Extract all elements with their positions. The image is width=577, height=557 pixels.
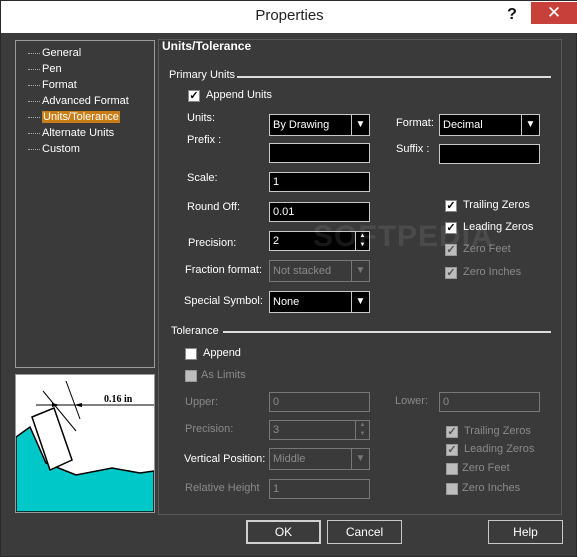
units-dropdown[interactable]: By Drawing ▼ bbox=[269, 114, 370, 136]
special-symbol-dropdown[interactable]: None ▼ bbox=[269, 291, 370, 313]
fraction-format-label: Fraction format: bbox=[185, 264, 263, 276]
tolerance-separator bbox=[223, 331, 551, 333]
preview-drawing: 0.16 in bbox=[15, 380, 155, 513]
special-symbol-label: Special Symbol: bbox=[184, 295, 263, 307]
nav-item-label: Advanced Format bbox=[42, 95, 129, 107]
primary-units-separator bbox=[237, 76, 551, 78]
primary-zero-inches-checkbox[interactable]: ✓ bbox=[445, 267, 457, 279]
scale-label: Scale: bbox=[187, 172, 218, 184]
primary-units-heading: Primary Units bbox=[169, 69, 236, 81]
suffix-input[interactable] bbox=[439, 144, 540, 164]
chevron-down-icon[interactable]: ▼ bbox=[351, 261, 369, 281]
tolerance-trailing-zeros-checkbox[interactable]: ✓ bbox=[446, 426, 458, 438]
suffix-label: Suffix : bbox=[396, 143, 430, 155]
softpedia-watermark: SOFTPEDIA bbox=[313, 220, 494, 253]
nav-item[interactable]: Alternate Units bbox=[26, 125, 129, 141]
window-title: Properties bbox=[255, 7, 324, 24]
chevron-down-icon[interactable]: ▼ bbox=[351, 292, 369, 312]
lower-input[interactable]: 0 bbox=[439, 392, 540, 412]
nav-item-label: Alternate Units bbox=[42, 127, 115, 139]
special-symbol-value: None bbox=[273, 296, 300, 308]
units-value: By Drawing bbox=[273, 119, 330, 131]
preview-part-shape bbox=[15, 425, 155, 513]
round-off-input[interactable]: 0.01 bbox=[269, 202, 370, 222]
nav-item[interactable]: General bbox=[26, 45, 129, 61]
format-value: Decimal bbox=[443, 119, 483, 131]
vertical-position-value: Middle bbox=[273, 453, 306, 465]
category-tree: General Pen Format Advanced Format Units/Tol… bbox=[15, 40, 155, 368]
relative-height-label: Relative Height bbox=[185, 482, 260, 494]
nav-item-label: Units/Tolerance bbox=[42, 111, 120, 123]
format-label: Format: bbox=[396, 117, 434, 129]
scale-input[interactable]: 1 bbox=[269, 172, 370, 192]
chevron-down-icon[interactable]: ▼ bbox=[351, 115, 369, 135]
dimension-preview: 0.16 in bbox=[15, 374, 155, 513]
append-tolerance-label: Append bbox=[203, 347, 241, 359]
title-bar: Properties ? ✕ bbox=[1, 1, 577, 33]
as-limits-label: As Limits bbox=[201, 369, 246, 381]
tolerance-zero-feet-label: Zero Feet bbox=[462, 462, 510, 474]
lower-label: Lower: bbox=[395, 395, 429, 407]
preview-dimension-text: 0.16 in bbox=[104, 394, 133, 405]
category-list: General Pen Format Advanced Format Units/Tol… bbox=[26, 45, 129, 157]
tolerance-precision-stepper[interactable]: 3 ▲ ▼ bbox=[269, 420, 370, 440]
nav-item[interactable]: Units/Tolerance bbox=[26, 109, 129, 125]
help-button[interactable]: Help bbox=[488, 520, 563, 544]
upper-label: Upper: bbox=[185, 396, 219, 408]
nav-item[interactable]: Pen bbox=[26, 61, 129, 77]
relative-height-input[interactable]: 1 bbox=[269, 479, 370, 499]
tolerance-precision-value: 3 bbox=[273, 424, 280, 436]
close-button[interactable]: ✕ bbox=[531, 2, 577, 24]
panel-title: Units/Tolerance bbox=[162, 39, 252, 53]
context-help-button[interactable]: ? bbox=[498, 6, 526, 26]
extension-line-right bbox=[65, 380, 81, 420]
nav-item-label: Pen bbox=[42, 63, 62, 75]
tolerance-trailing-zeros-label: Trailing Zeros bbox=[464, 425, 531, 437]
nav-item[interactable]: Advanced Format bbox=[26, 93, 129, 109]
format-dropdown[interactable]: Decimal ▼ bbox=[439, 114, 540, 136]
tolerance-leading-zeros-label: Leading Zeros bbox=[464, 443, 535, 455]
primary-zero-inches-label: Zero Inches bbox=[463, 266, 522, 278]
fraction-format-dropdown[interactable]: Not stacked ▼ bbox=[269, 260, 370, 282]
precision-label: Precision: bbox=[188, 237, 237, 249]
append-units-label: Append Units bbox=[206, 89, 273, 101]
nav-item-label: Custom bbox=[42, 143, 80, 155]
nav-item[interactable]: Custom bbox=[26, 141, 129, 157]
append-units-checkbox[interactable]: ✓ bbox=[188, 90, 200, 102]
tolerance-heading: Tolerance bbox=[171, 325, 219, 337]
spinner-arrows-icon[interactable]: ▲ ▼ bbox=[355, 421, 369, 439]
precision-value: 2 bbox=[273, 235, 280, 247]
ok-button[interactable]: OK bbox=[246, 520, 321, 544]
as-limits-checkbox[interactable]: ✓ bbox=[185, 370, 197, 382]
units-label: Units: bbox=[187, 112, 216, 124]
properties-dialog: Properties ? ✕ General Pen Format Advanced … bbox=[0, 0, 577, 557]
append-tolerance-checkbox[interactable]: ✓ bbox=[185, 348, 197, 360]
primary-trailing-zeros-checkbox[interactable]: ✓ bbox=[445, 200, 457, 212]
tolerance-leading-zeros-checkbox[interactable]: ✓ bbox=[446, 444, 458, 456]
chevron-down-icon[interactable]: ▼ bbox=[521, 115, 539, 135]
nav-item-label: Format bbox=[42, 79, 77, 91]
nav-item-label: General bbox=[42, 47, 82, 59]
prefix-input[interactable] bbox=[269, 143, 370, 163]
vertical-position-dropdown[interactable]: Middle ▼ bbox=[269, 448, 370, 470]
primary-trailing-zeros-label: Trailing Zeros bbox=[463, 199, 530, 211]
fraction-format-value: Not stacked bbox=[273, 265, 332, 277]
tolerance-zero-inches-label: Zero Inches bbox=[462, 482, 521, 494]
tolerance-zero-inches-checkbox[interactable]: ✓ bbox=[446, 483, 458, 495]
cancel-button[interactable]: Cancel bbox=[327, 520, 402, 544]
prefix-label: Prefix : bbox=[187, 134, 222, 146]
round-off-label: Round Off: bbox=[187, 201, 240, 213]
nav-item[interactable]: Format bbox=[26, 77, 129, 93]
tolerance-zero-feet-checkbox[interactable]: ✓ bbox=[446, 463, 458, 475]
chevron-down-icon[interactable]: ▼ bbox=[351, 449, 369, 469]
upper-input[interactable]: 0 bbox=[269, 392, 370, 412]
vertical-position-label: Vertical Position: bbox=[184, 453, 266, 465]
tolerance-precision-label: Precision: bbox=[185, 423, 234, 435]
